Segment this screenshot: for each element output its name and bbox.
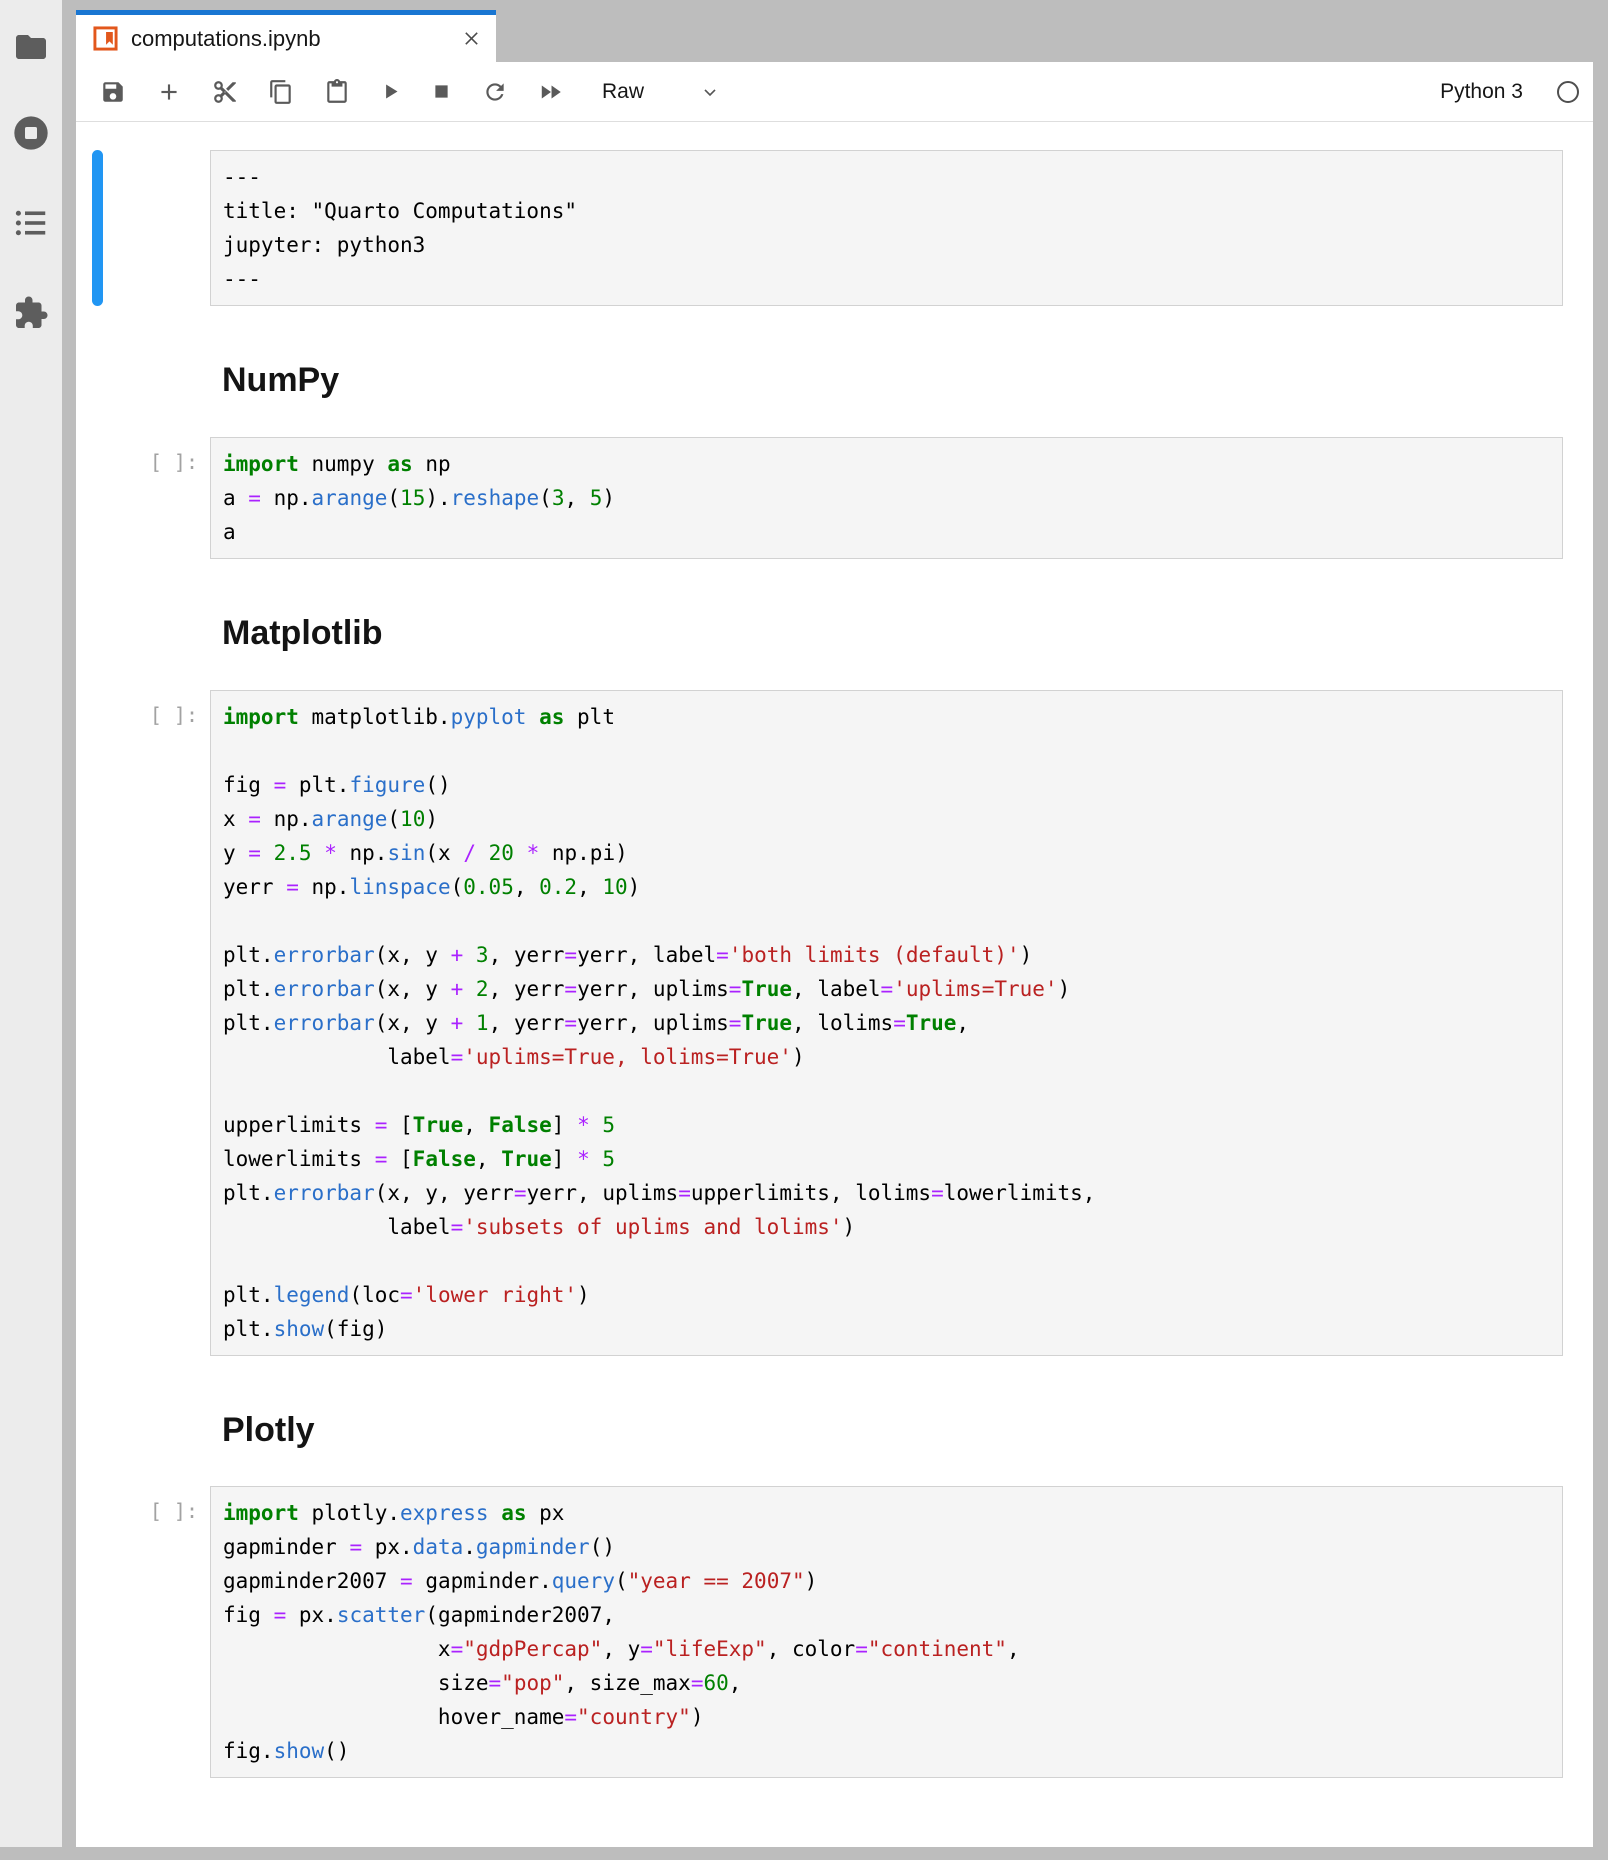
cut-cells-button[interactable] [212,79,238,105]
cell-collapser[interactable] [92,150,103,306]
code-line: import plotly.express as px [223,1496,1550,1530]
code-line: title: "Quarto Computations" [223,194,1550,228]
cell-collapser[interactable] [92,690,103,1356]
table-of-contents-icon[interactable] [13,205,49,241]
code-line: --- [223,262,1550,296]
cell-collapser[interactable] [92,1486,103,1778]
tab-close-icon[interactable] [461,28,482,49]
code-line: fig = px.scatter(gapminder2007, [223,1598,1550,1632]
cell-type-dropdown[interactable]: Raw [602,80,720,104]
markdown-section-heading[interactable]: Matplotlib [222,613,1563,654]
code-cell: [ ]:import plotly.express as pxgapminder… [76,1486,1593,1778]
tab-computations-ipynb[interactable]: computations.ipynb [76,10,496,62]
code-line: gapminder = px.data.gapminder() [223,1530,1550,1564]
cell-type-value: Raw [602,80,644,104]
insert-cell-button[interactable] [156,79,182,105]
code-line: gapminder2007 = gapminder.query("year ==… [223,1564,1550,1598]
run-cell-button[interactable] [380,81,401,102]
paste-cells-button[interactable] [324,79,350,105]
cell-editor[interactable]: ---title: "Quarto Computations"jupyter: … [210,150,1563,306]
code-line: hover_name="country") [223,1700,1550,1734]
code-line: upperlimits = [True, False] * 5 [223,1108,1550,1142]
restart-kernel-button[interactable] [482,79,508,105]
cell-editor[interactable]: import plotly.express as pxgapminder = p… [210,1486,1563,1778]
code-line: plt.legend(loc='lower right') [223,1278,1550,1312]
code-cell: [ ]:import matplotlib.pyplot as plt fig … [76,690,1593,1356]
code-line: fig = plt.figure() [223,768,1550,802]
code-line: --- [223,160,1550,194]
tab-title: computations.ipynb [131,26,449,52]
code-line: plt.errorbar(x, y + 2, yerr=yerr, uplims… [223,972,1550,1006]
code-line: plt.errorbar(x, y + 1, yerr=yerr, uplims… [223,1006,1550,1040]
cell-prompt: [ ]: [103,437,210,559]
cell-editor[interactable]: import numpy as npa = np.arange(15).resh… [210,437,1563,559]
code-line: jupyter: python3 [223,228,1550,262]
code-line [223,1074,1550,1108]
code-line: a [223,515,1550,549]
cell-prompt: [ ]: [103,690,210,1356]
save-button[interactable] [100,79,126,105]
code-line: plt.errorbar(x, y + 3, yerr=yerr, label=… [223,938,1550,972]
cell-collapser[interactable] [92,437,103,559]
main-panel: computations.ipynb [76,0,1593,1847]
file-browser-icon[interactable] [13,29,49,65]
code-line: x="gdpPercap", y="lifeExp", color="conti… [223,1632,1550,1666]
code-line: size="pop", size_max=60, [223,1666,1550,1700]
code-line: label='subsets of uplims and lolims') [223,1210,1550,1244]
code-line: lowerlimits = [False, True] * 5 [223,1142,1550,1176]
restart-run-all-button[interactable] [538,79,564,105]
markdown-section-heading[interactable]: NumPy [222,360,1563,401]
code-line [223,734,1550,768]
code-cell: [ ]:import numpy as npa = np.arange(15).… [76,437,1593,559]
code-line: import numpy as np [223,447,1550,481]
code-line: import matplotlib.pyplot as plt [223,700,1550,734]
cell-prompt [103,150,210,306]
notebook-icon [92,25,119,52]
code-line: label='uplims=True, lolims=True') [223,1040,1550,1074]
kernel-status-icon [1557,81,1579,103]
notebook-content: ---title: "Quarto Computations"jupyter: … [76,122,1593,1778]
code-line: a = np.arange(15).reshape(3, 5) [223,481,1550,515]
cell-prompt: [ ]: [103,1486,210,1778]
code-line: plt.errorbar(x, y, yerr=yerr, uplims=upp… [223,1176,1550,1210]
chevron-down-icon [700,82,720,102]
code-line: y = 2.5 * np.sin(x / 20 * np.pi) [223,836,1550,870]
code-line: yerr = np.linspace(0.05, 0.2, 10) [223,870,1550,904]
code-line: fig.show() [223,1734,1550,1768]
kernel-name[interactable]: Python 3 [1440,80,1523,104]
code-line: x = np.arange(10) [223,802,1550,836]
interrupt-kernel-button[interactable] [431,81,452,102]
extensions-icon[interactable] [13,295,49,331]
copy-cells-button[interactable] [268,79,294,105]
code-line: plt.show(fig) [223,1312,1550,1346]
left-activity-bar [0,0,62,1847]
code-line [223,1244,1550,1278]
raw-cell: ---title: "Quarto Computations"jupyter: … [76,150,1593,306]
cell-editor[interactable]: import matplotlib.pyplot as plt fig = pl… [210,690,1563,1356]
markdown-section-heading[interactable]: Plotly [222,1410,1563,1451]
tab-bar: computations.ipynb [76,0,1593,62]
running-kernels-icon[interactable] [11,113,51,153]
notebook-toolbar: Raw Python 3 [76,62,1593,122]
code-line [223,904,1550,938]
